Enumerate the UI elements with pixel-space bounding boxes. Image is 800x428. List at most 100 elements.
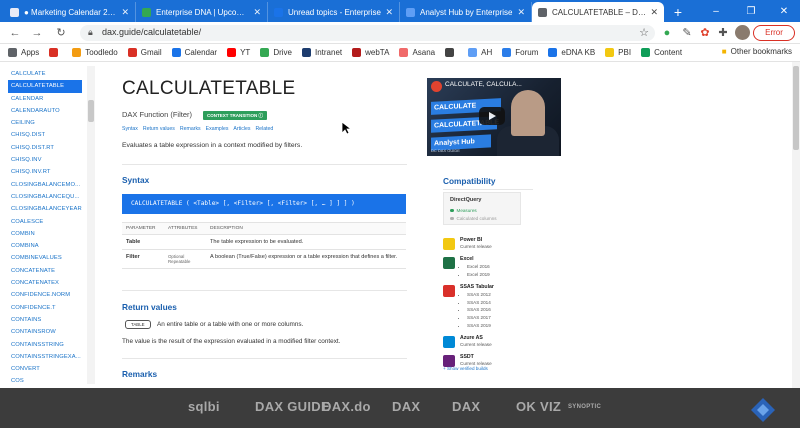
sidebar-item-concatenate[interactable]: CONCATENATE (8, 265, 82, 277)
return-values-heading: Return values (122, 302, 177, 312)
bookmark-item[interactable]: eDNA KB (548, 48, 595, 57)
sidebar-item-coalesce[interactable]: COALESCE (8, 216, 82, 228)
calc-columns-row: Calculated columns (450, 216, 497, 221)
sidebar-item-cos[interactable]: COS (8, 375, 82, 386)
sidebar-item-combin[interactable]: COMBIN (8, 228, 82, 240)
forward-icon[interactable]: → (30, 26, 44, 40)
sidebar-item-calculate[interactable]: CALCULATE (8, 68, 82, 80)
bookmark-label: Calendar (184, 48, 218, 57)
content-icon (641, 48, 651, 57)
bookmark-item[interactable]: Drive (260, 48, 292, 57)
star-icon[interactable]: ☆ (639, 26, 649, 39)
sidebar-item-containsstring[interactable]: CONTAINSSTRING (8, 339, 82, 351)
close-tab-icon[interactable]: ✕ (517, 7, 525, 18)
bookmark-item[interactable]: Toodledo (72, 48, 118, 57)
sidebar-item-concatenatex[interactable]: CONCATENATEX (8, 277, 82, 289)
new-tab-button[interactable]: + (668, 2, 688, 22)
back-icon[interactable]: ← (8, 26, 22, 40)
bookmark-item[interactable]: Forum (502, 48, 538, 57)
bookmark-item[interactable]: webTA (352, 48, 389, 57)
sidebar-item-calendar[interactable]: CALENDAR (8, 93, 82, 105)
sidebar-item-confidence-t[interactable]: CONFIDENCE.T (8, 302, 82, 314)
sidebar-scrollbar[interactable] (88, 100, 94, 122)
tab-4[interactable]: CALCULATETABLE – DAX G ✕ (532, 2, 664, 22)
error-button[interactable]: Error (753, 25, 795, 41)
bookmark-item[interactable]: Intranet (301, 48, 342, 57)
sponsor-logo: SYNOPTIC (568, 404, 602, 410)
maximize-button[interactable]: ❐ (735, 0, 767, 22)
bookmark-item[interactable]: YT (227, 48, 250, 57)
sidebar-item-chisq-dist-rt[interactable]: CHISQ.DIST.RT (8, 142, 82, 154)
section-link[interactable]: Related (255, 126, 273, 132)
minimize-button[interactable]: – (700, 0, 732, 22)
section-link[interactable]: Return values (143, 126, 175, 132)
sidebar-item-ceiling[interactable]: CEILING (8, 117, 82, 129)
bookmark-item[interactable]: Asana (399, 48, 435, 57)
section-link[interactable]: Syntax (122, 126, 138, 132)
show-builds-link[interactable]: + Show verified builds (443, 366, 488, 371)
sidebar-item-chisq-dist[interactable]: CHISQ.DIST (8, 129, 82, 141)
puzzle-icon[interactable]: ✚ (716, 26, 730, 40)
section-link[interactable]: Examples (206, 126, 229, 132)
bookmark-label: Forum (515, 48, 539, 57)
sidebar-item-containsstringexa[interactable]: CONTAINSSTRINGEXA... (8, 351, 82, 363)
close-window-button[interactable]: ✕ (768, 0, 800, 22)
bookmark-item[interactable] (445, 48, 458, 57)
page-scrollbar[interactable] (792, 62, 800, 388)
sidebar-item-chisq-inv[interactable]: CHISQ.INV (8, 154, 82, 166)
close-tab-icon[interactable]: ✕ (121, 7, 129, 18)
bookmark-label: webTA (365, 48, 390, 57)
param-name: Filter (122, 249, 164, 269)
sidebar-item-calendarauto[interactable]: CALENDARAUTO (8, 105, 82, 117)
section-link[interactable]: Articles (233, 126, 250, 132)
sidebar-item-closingbalancequ[interactable]: CLOSINGBALANCEQU... (8, 191, 82, 203)
folder-icon: ■ (721, 47, 727, 56)
sponsor-logo: DAX (452, 399, 481, 414)
sidebar-item-containsrow[interactable]: CONTAINSROW (8, 326, 82, 338)
bookmark-item[interactable]: Apps (8, 48, 39, 57)
bookmark-item[interactable]: Calendar (171, 48, 218, 57)
product-release: Current release (460, 342, 492, 348)
sidebar-item-closingbalanceyear[interactable]: CLOSINGBALANCEYEAR (8, 203, 82, 215)
section-link[interactable]: Remarks (180, 126, 201, 132)
scrollbar-thumb[interactable] (793, 66, 799, 150)
tab-0[interactable]: ● Marketing Calendar 2021 ✕ (4, 2, 136, 22)
bookmark-item[interactable] (49, 48, 62, 57)
sidebar-item-contains[interactable]: CONTAINS (8, 314, 82, 326)
sidebar-item-combinevalues[interactable]: COMBINEVALUES (8, 252, 82, 264)
extension-icon[interactable]: ● (660, 26, 674, 40)
close-tab-icon[interactable]: ✕ (650, 7, 658, 18)
bookmark-item[interactable]: AH (468, 48, 492, 57)
tab-2[interactable]: Unread topics - Enterprise ✕ (268, 2, 400, 22)
extension-icon[interactable]: ✎ (680, 26, 694, 40)
presenter-image (511, 90, 545, 136)
bookmark-item[interactable]: Gmail (127, 48, 162, 57)
context-transition-badge[interactable]: CONTEXT TRANSITION ⓘ (203, 111, 267, 120)
close-tab-icon[interactable]: ✕ (253, 7, 261, 18)
tab-title: ● Marketing Calendar 2021 (24, 7, 118, 17)
toodledo-icon (72, 48, 82, 57)
powerbi-icon (605, 48, 615, 57)
sidebar-item-convert[interactable]: CONVERT (8, 363, 82, 375)
compatibility-heading: Compatibility (443, 176, 496, 186)
sidebar-item-closingbalancemo[interactable]: CLOSINGBALANCEMO... (8, 179, 82, 191)
sidebar-item-chisq-inv-rt[interactable]: CHISQ.INV.RT (8, 166, 82, 178)
bookmark-item[interactable]: Content (641, 48, 682, 57)
sidebar-item-combina[interactable]: COMBINA (8, 240, 82, 252)
bookmark-item[interactable]: PBI (605, 48, 631, 57)
address-bar[interactable]: 🔒︎ dax.guide/calculatetable/ ☆ (80, 25, 655, 41)
sponsor-logo: DAX (392, 399, 421, 414)
play-icon[interactable] (479, 107, 505, 125)
sidebar-item-confidence-norm[interactable]: CONFIDENCE.NORM (8, 289, 82, 301)
sidebar-item-calculatetable[interactable]: CALCULATETABLE (8, 80, 82, 93)
other-bookmarks[interactable]: ■ Other bookmarks (722, 47, 792, 56)
tab-1[interactable]: Enterprise DNA | Upcoming ✕ (136, 2, 268, 22)
close-tab-icon[interactable]: ✕ (385, 7, 393, 18)
extension-icon[interactable]: ✿ (698, 26, 712, 40)
tab-3[interactable]: Analyst Hub by Enterprise ✕ (400, 2, 532, 22)
reload-icon[interactable]: ↻ (54, 26, 68, 40)
favicon-icon (406, 7, 415, 17)
avatar[interactable] (735, 25, 750, 40)
video-thumbnail[interactable]: CALCULATE CALCULATETABLE Analyst Hub CAL… (427, 78, 561, 156)
param-attributes: Optional Repeatable (164, 249, 206, 269)
